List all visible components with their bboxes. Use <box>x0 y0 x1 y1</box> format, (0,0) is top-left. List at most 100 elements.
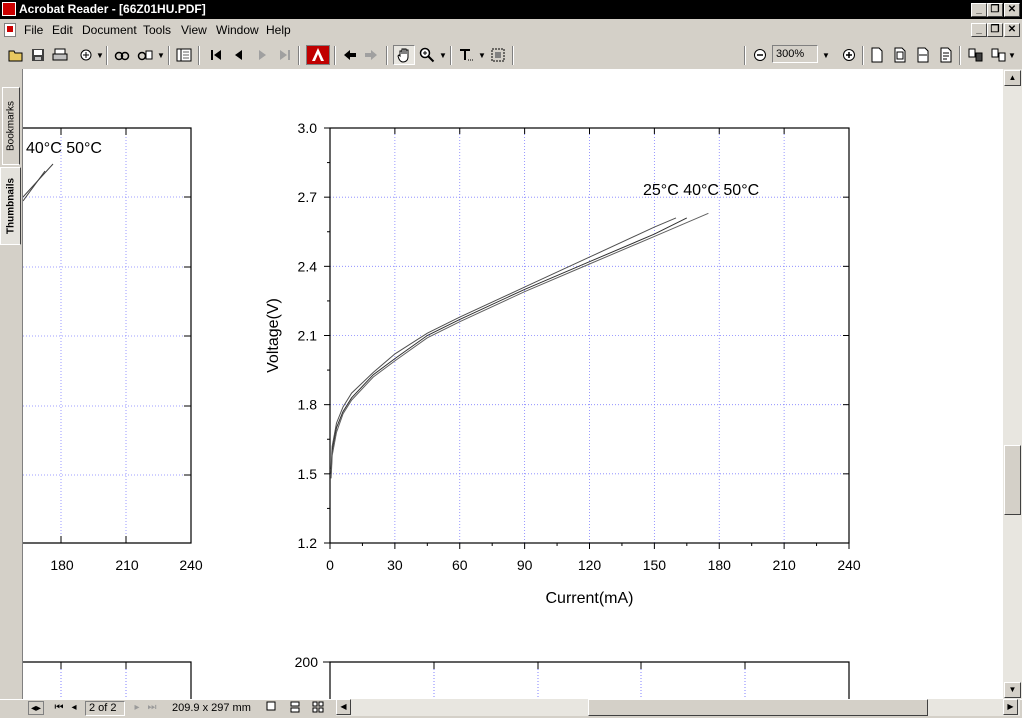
minimize-button[interactable]: _ <box>971 3 987 17</box>
continuous-page-icon[interactable] <box>288 701 302 715</box>
scroll-up-button[interactable]: ▲ <box>1004 70 1021 86</box>
y-tick-label: 2.7 <box>298 189 318 205</box>
first-page-icon[interactable]: ⏮ <box>52 701 66 715</box>
close-button[interactable]: ✕ <box>1004 3 1020 17</box>
go-back-icon[interactable] <box>340 45 360 65</box>
menu-file[interactable]: File <box>24 23 43 37</box>
series-line <box>330 212 709 479</box>
adobe-logo-icon[interactable] <box>306 45 330 65</box>
chevron-down-icon[interactable]: ▼ <box>155 45 167 65</box>
restore-button[interactable]: ❐ <box>987 3 1003 17</box>
show-hide-navigation-icon[interactable] <box>174 45 194 65</box>
x-tick-label: 210 <box>772 557 796 573</box>
find-icon[interactable] <box>112 45 132 65</box>
toolbar-divider <box>334 46 336 65</box>
rotate-icon[interactable] <box>965 45 985 65</box>
y-tick-label: 1.5 <box>298 466 318 482</box>
hand-tool-icon[interactable] <box>393 45 415 65</box>
y-axis-title: Voltage(V) <box>265 298 282 373</box>
page-number-field[interactable]: 2 of 2 <box>85 701 125 716</box>
single-page-icon[interactable] <box>264 701 278 715</box>
x-tick-label: 0 <box>326 557 334 573</box>
x-tick-label: 240 <box>837 557 861 573</box>
next-page-icon[interactable] <box>252 45 272 65</box>
menu-help[interactable]: Help <box>266 23 291 37</box>
tab-thumbnails[interactable]: Thumbnails <box>0 167 21 245</box>
doc-restore-button[interactable]: ❐ <box>987 23 1003 37</box>
zoom-in-tool-icon[interactable] <box>417 45 437 65</box>
toolbar: ▼ ▼ ▼ ▼ ▼ ▼ <box>0 41 1022 70</box>
text-select-tool-icon[interactable] <box>456 45 476 65</box>
scroll-right-button[interactable]: ▶ <box>1003 699 1018 715</box>
navigation-pane-tabs: Bookmarks Thumbnails <box>0 69 23 699</box>
toolbar-divider <box>298 46 300 65</box>
horizontal-scrollbar[interactable]: ◀ ▶ <box>336 699 1020 716</box>
menu-window[interactable]: Window <box>216 23 259 37</box>
next-page-icon[interactable]: ▸ <box>130 701 144 715</box>
scroll-down-button[interactable]: ▼ <box>1004 682 1021 698</box>
vertical-scrollbar[interactable]: ▲ ▼ <box>1003 69 1022 699</box>
page-size: 209.9 x 297 mm <box>172 702 251 714</box>
first-page-icon[interactable] <box>206 45 226 65</box>
chevron-down-icon[interactable]: ▼ <box>437 45 449 65</box>
title-bar: Acrobat Reader - [66Z01HU.PDF] _ ❐ ✕ <box>0 0 1022 19</box>
previous-page-icon[interactable] <box>229 45 249 65</box>
zoom-in-icon[interactable] <box>839 45 859 65</box>
open-icon[interactable] <box>6 45 26 65</box>
toolbar-divider <box>862 46 864 65</box>
vertical-scroll-thumb[interactable] <box>1004 445 1021 515</box>
last-page-icon[interactable] <box>275 45 295 65</box>
series-line <box>330 217 677 470</box>
scroll-left-button[interactable]: ◀ <box>336 699 351 715</box>
document-icon[interactable] <box>4 23 16 37</box>
toolbar-divider <box>450 46 452 65</box>
doc-minimize-button[interactable]: _ <box>971 23 987 37</box>
chevron-down-icon[interactable]: ▼ <box>819 45 833 65</box>
toolbar-divider <box>198 46 200 65</box>
print-icon[interactable] <box>50 45 70 65</box>
split-toggle-icon[interactable]: ◂▸ <box>28 701 44 715</box>
series-line <box>330 217 688 474</box>
tab-bookmarks[interactable]: Bookmarks <box>2 87 20 165</box>
reflow-icon[interactable] <box>936 45 956 65</box>
window-title: Acrobat Reader - [66Z01HU.PDF] <box>19 2 206 16</box>
previous-page-icon[interactable]: ◂ <box>67 701 81 715</box>
toolbar-divider <box>386 46 388 65</box>
fit-width-icon[interactable] <box>913 45 933 65</box>
x-tick-label: 150 <box>643 557 667 573</box>
y-tick-label: 200 <box>295 654 319 670</box>
menu-document[interactable]: Document <box>82 23 137 37</box>
y-tick-label: 2.1 <box>298 328 318 344</box>
doc-close-button[interactable]: ✕ <box>1004 23 1020 37</box>
menu-edit[interactable]: Edit <box>52 23 73 37</box>
continuous-facing-icon[interactable] <box>311 701 325 715</box>
x-tick-label: 90 <box>517 557 533 573</box>
toolbar-divider <box>959 46 961 65</box>
extract-icon[interactable] <box>988 45 1008 65</box>
email-icon[interactable] <box>76 45 96 65</box>
chevron-down-icon[interactable]: ▼ <box>94 45 106 65</box>
zoom-out-icon[interactable] <box>750 45 770 65</box>
chevron-down-icon[interactable]: ▼ <box>1006 45 1018 65</box>
y-tick-label: 2.4 <box>298 258 318 274</box>
x-tick-label: 60 <box>452 557 468 573</box>
document-view[interactable]: 40°C 50°C 180 210 240 0 30 60 90 120 150 180 21… <box>23 69 1003 699</box>
x-tick-label: 30 <box>387 557 403 573</box>
menu-tools[interactable]: Tools <box>143 23 171 37</box>
fit-page-icon[interactable] <box>890 45 910 65</box>
last-page-icon[interactable]: ⏭ <box>145 701 159 715</box>
toolbar-divider <box>106 46 108 65</box>
menu-view[interactable]: View <box>181 23 207 37</box>
chevron-down-icon[interactable]: ▼ <box>476 45 488 65</box>
zoom-field[interactable]: 300% <box>772 45 818 63</box>
horizontal-scroll-thumb[interactable] <box>588 699 928 716</box>
save-icon[interactable] <box>28 45 48 65</box>
go-forward-icon[interactable] <box>361 45 381 65</box>
actual-size-icon[interactable] <box>867 45 887 65</box>
graphics-select-tool-icon[interactable] <box>488 45 508 65</box>
tab-bookmarks-label: Bookmarks <box>5 100 17 152</box>
acrobat-app-icon <box>2 2 16 16</box>
toolbar-divider <box>168 46 170 65</box>
search-icon[interactable] <box>135 45 155 65</box>
menu-bar: File Edit Document Tools View Window Hel… <box>0 19 1022 42</box>
